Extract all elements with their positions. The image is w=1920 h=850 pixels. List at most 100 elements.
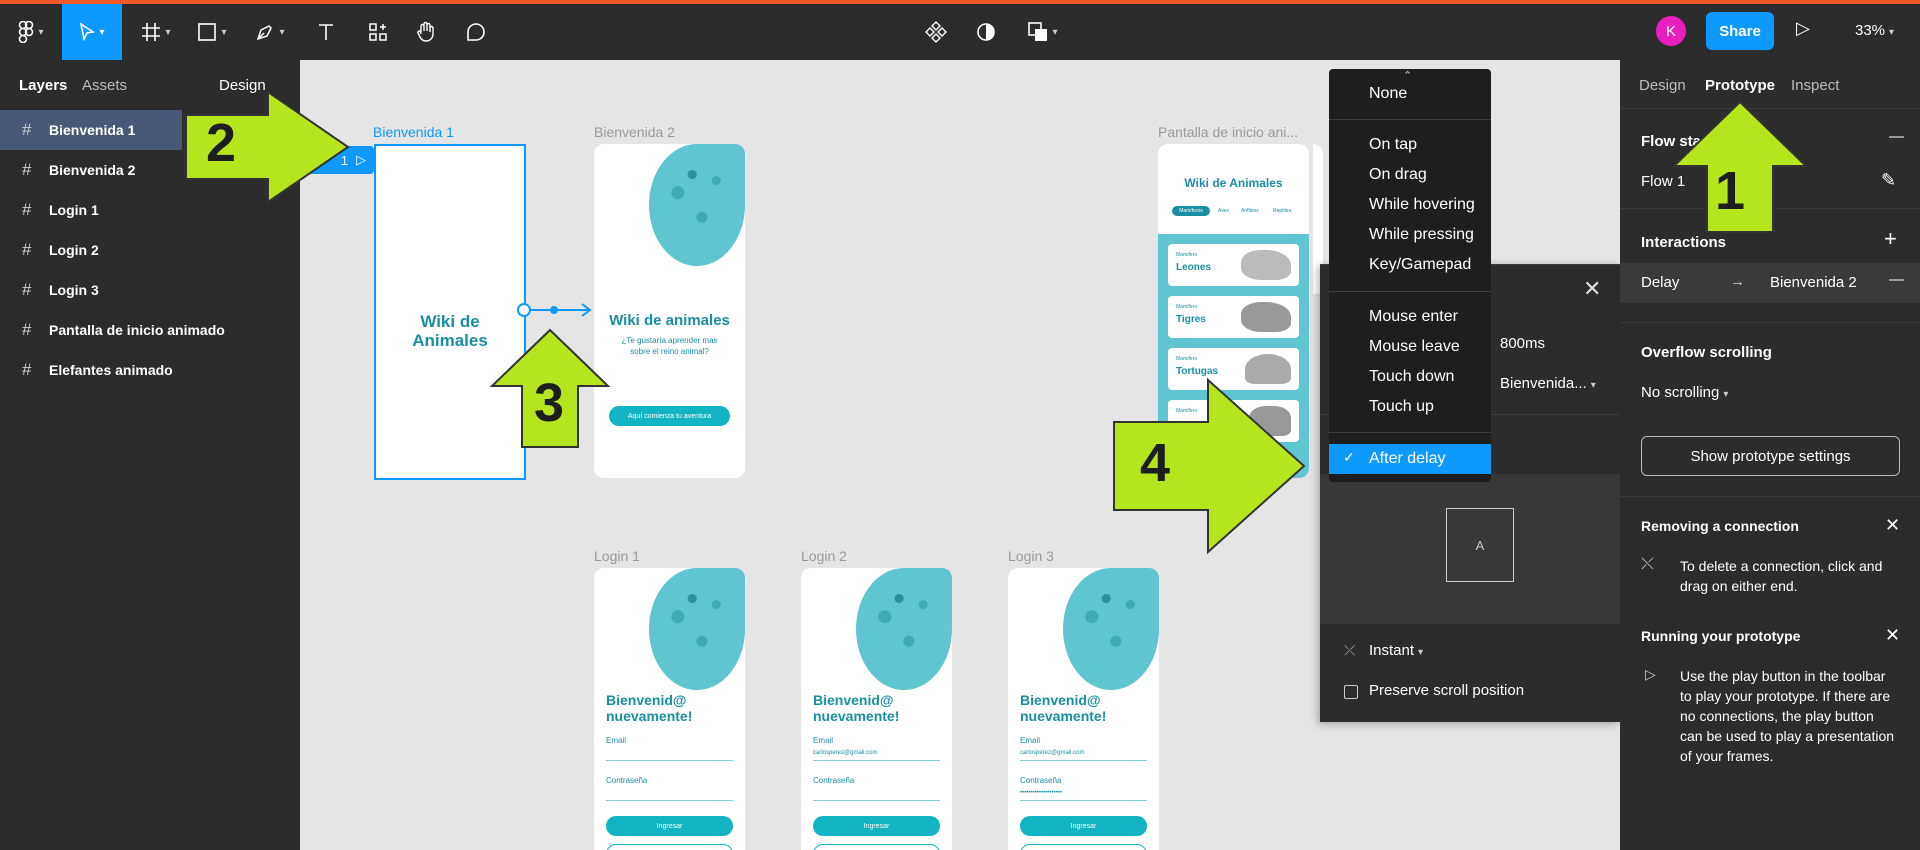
hand-tool-icon[interactable]	[406, 4, 446, 60]
layer-item[interactable]: # Bienvenida 1	[0, 110, 182, 150]
frame-title: Wiki de Animales	[1184, 176, 1283, 190]
close-icon[interactable]: ✕	[1885, 515, 1900, 536]
heading-line: nuevamente!	[813, 708, 900, 724]
add-interaction-icon[interactable]: +	[1884, 226, 1897, 252]
password-label: Contraseña	[813, 776, 855, 785]
category-chip: Anfibios	[1241, 208, 1259, 214]
trigger-option[interactable]: On tap	[1369, 136, 1417, 154]
scroll-up-icon[interactable]: ⌃	[1403, 69, 1412, 82]
layer-item[interactable]: # Login 3	[0, 270, 300, 310]
shape-tool-icon[interactable]: ▾	[188, 4, 236, 60]
trigger-option[interactable]: Key/Gamepad	[1369, 256, 1471, 274]
category-chip: Mamíferos	[1172, 206, 1210, 216]
trigger-option[interactable]: Touch up	[1369, 398, 1434, 416]
present-play-icon[interactable]: ▷	[1796, 18, 1810, 39]
overflow-value: No scrolling	[1641, 384, 1720, 401]
tab-assets[interactable]: Assets	[82, 77, 127, 94]
preview-frame: A	[1446, 508, 1514, 582]
frame-login-3[interactable]: Bienvenid@ nuevamente! Email carlosperez…	[1008, 568, 1159, 850]
show-prototype-settings-button[interactable]: Show prototype settings	[1641, 436, 1900, 476]
frame-bienvenida-2[interactable]: Wiki de animales ¿Te gustaría aprender m…	[594, 144, 745, 478]
user-avatar[interactable]: K	[1656, 16, 1686, 46]
divider	[1620, 322, 1920, 323]
layer-item[interactable]: # Login 2	[0, 230, 300, 270]
overflow-select[interactable]: No scrolling ▾	[1641, 384, 1728, 401]
frame-label[interactable]: Login 1	[594, 548, 640, 564]
toolbar: ▾ ▾ ▾ ▾ ▾ ▾ K Share ▷ 33% ▾	[0, 4, 1920, 60]
components-icon[interactable]	[918, 4, 954, 60]
frame-label[interactable]: Bienvenida 1	[373, 124, 454, 140]
login-button: Ingresar	[1020, 816, 1147, 836]
trigger-option[interactable]: While hovering	[1369, 196, 1475, 214]
tab-design[interactable]: Design	[1639, 77, 1686, 94]
zoom-dropdown[interactable]: 33% ▾	[1855, 22, 1894, 39]
trigger-dropdown[interactable]: ⌃ None On tap On drag While hovering Whi…	[1329, 69, 1491, 482]
close-icon[interactable]: ✕	[1885, 625, 1900, 646]
layer-item[interactable]: # Pantalla de inicio animado	[0, 310, 300, 350]
frame-icon: #	[22, 280, 32, 299]
frame-login-1[interactable]: Bienvenid@ nuevamente! Email Contraseña …	[594, 568, 745, 850]
frame-title: Wiki de animales	[609, 312, 730, 329]
tab-inspect[interactable]: Inspect	[1791, 77, 1839, 94]
frame-label[interactable]: Pantalla de inicio ani...	[1158, 124, 1298, 140]
frame-label[interactable]: Login 3	[1008, 548, 1054, 564]
close-icon[interactable]: ✕	[1583, 276, 1601, 302]
subtitle-line: sobre el reino animal?	[630, 347, 709, 356]
destination-select[interactable]: Bienvenida... ▾	[1500, 375, 1596, 392]
edit-flow-icon[interactable]: ✎	[1881, 170, 1896, 191]
password-field	[606, 800, 733, 801]
password-value: ••••••••••••••••••••	[1020, 790, 1063, 796]
annotation-number: 4	[1140, 433, 1171, 493]
delay-value[interactable]: 800ms	[1500, 335, 1545, 352]
comment-tool-icon[interactable]	[456, 4, 496, 60]
tab-layers[interactable]: Layers	[19, 77, 67, 94]
figma-menu-icon[interactable]: ▾	[8, 4, 54, 60]
theme-contrast-icon[interactable]	[968, 4, 1004, 60]
remove-flow-icon[interactable]: —	[1889, 128, 1904, 145]
trigger-option[interactable]: While pressing	[1369, 226, 1474, 244]
destination-value: Bienvenida...	[1500, 375, 1587, 392]
move-tool-icon[interactable]: ▾	[62, 4, 122, 60]
animal-card: Mamífero Tigres	[1168, 296, 1299, 338]
frame-label[interactable]: Login 2	[801, 548, 847, 564]
frame-icon: #	[22, 120, 32, 139]
trigger-option[interactable]: Mouse enter	[1369, 308, 1458, 326]
frame-login-2[interactable]: Bienvenid@ nuevamente! Email carlosperez…	[801, 568, 952, 850]
frame-tool-icon[interactable]: ▾	[132, 4, 180, 60]
secondary-button	[606, 844, 733, 850]
animation-select[interactable]: Instant ▾	[1369, 642, 1423, 659]
frame-icon: #	[22, 240, 32, 259]
interaction-row[interactable]: Delay → Bienvenida 2 —	[1620, 263, 1920, 303]
layer-label: Elefantes animado	[49, 362, 173, 378]
remove-interaction-icon[interactable]: —	[1889, 271, 1904, 288]
layer-item[interactable]: # Elefantes animado	[0, 350, 300, 390]
trigger-option[interactable]: On drag	[1369, 166, 1427, 184]
heading-line: nuevamente!	[606, 708, 693, 724]
trigger-option[interactable]: Mouse leave	[1369, 338, 1460, 356]
start-adventure-button: Aquí comienza tu aventura	[609, 406, 730, 426]
trigger-option-selected[interactable]: ✓ After delay	[1329, 444, 1491, 474]
boolean-ops-icon[interactable]: ▾	[1018, 4, 1068, 60]
secondary-button	[1020, 844, 1147, 850]
preserve-scroll-checkbox[interactable]	[1344, 685, 1358, 699]
play-icon: ▷	[1645, 666, 1656, 682]
animation-value: Instant	[1369, 642, 1415, 659]
zoom-value: 33%	[1855, 22, 1886, 39]
trigger-option[interactable]: Touch down	[1369, 368, 1454, 386]
tab-prototype[interactable]: Prototype	[1705, 77, 1775, 94]
subtitle-line: ¿Te gustaría aprender mas	[621, 336, 718, 345]
text-tool-icon[interactable]	[306, 4, 346, 60]
category-chip: Aves	[1218, 208, 1230, 214]
card-kicker: Mamífero	[1176, 356, 1198, 362]
leopard-illustration	[649, 568, 745, 690]
heading-line: Bienvenid@	[606, 692, 687, 708]
resources-icon[interactable]	[358, 4, 398, 60]
prototype-connection[interactable]	[516, 300, 596, 320]
frame-label[interactable]: Bienvenida 2	[594, 124, 675, 140]
frame-subtitle: ¿Te gustaría aprender mas sobre el reino…	[594, 335, 745, 357]
email-label: Email	[1020, 736, 1041, 745]
divider	[1329, 291, 1491, 292]
trigger-option[interactable]: None	[1369, 85, 1407, 103]
share-button[interactable]: Share	[1706, 12, 1774, 50]
pen-tool-icon[interactable]: ▾	[244, 4, 296, 60]
